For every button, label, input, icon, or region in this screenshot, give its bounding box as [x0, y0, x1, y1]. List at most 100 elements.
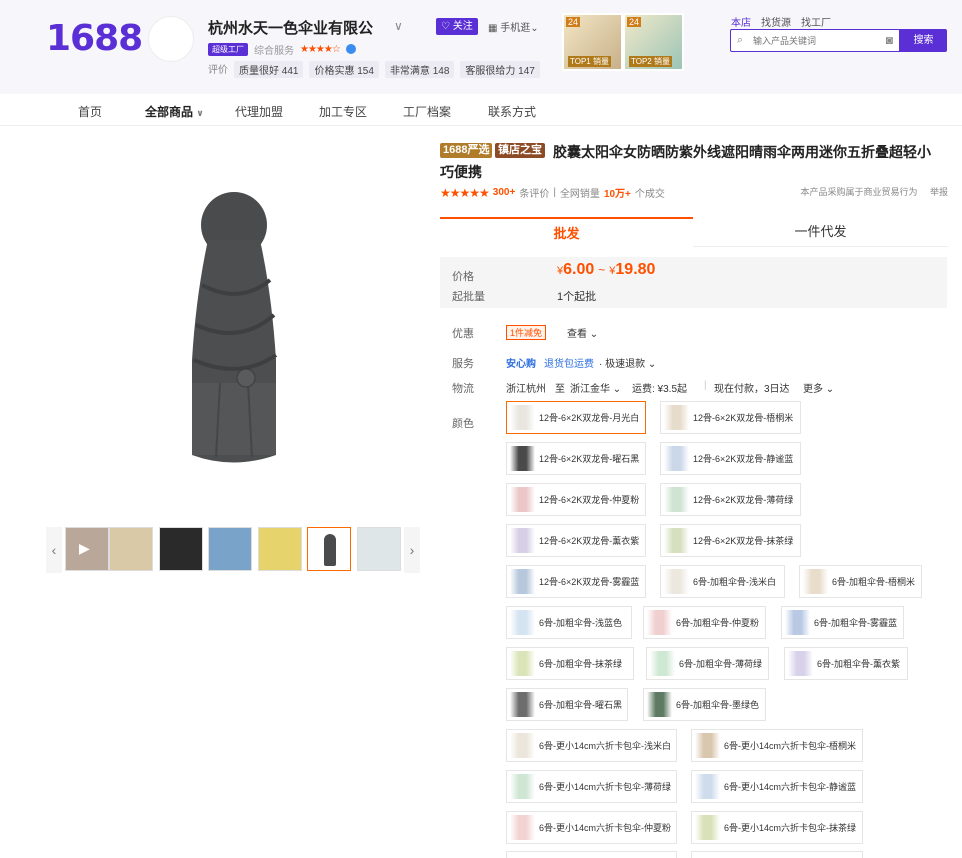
color-swatch-image [510, 569, 535, 594]
nav-agency[interactable]: 代理加盟 [235, 103, 283, 120]
color-option[interactable]: 6骨-加粗伞骨-浅米白 [660, 565, 785, 598]
thumb-prev-button[interactable]: ‹ [46, 527, 62, 573]
logistics-more-label: 更多 [803, 384, 823, 395]
thumb-umbrella [324, 534, 336, 566]
review-count[interactable]: 300+ [493, 187, 516, 198]
color-swatch-image [510, 651, 535, 676]
color-option-partial[interactable] [506, 851, 677, 858]
color-option[interactable]: 12骨-6×2K双龙骨-梧桐米 [660, 401, 801, 434]
color-option-label: 6骨-更小14cm六折卡包伞-静谧蓝 [724, 782, 857, 792]
rating-row: ★★★★★ 300+ 条评价 | 全网销量 10万+ 个成交 本产品采购属于商业… [440, 185, 948, 201]
color-option[interactable]: 6骨-加粗伞骨-雾霾蓝 [781, 606, 904, 639]
nav-all-products[interactable]: 全部商品 ∨ [145, 103, 204, 120]
thumb-6[interactable] [307, 527, 351, 571]
color-option[interactable]: 6骨-加粗伞骨-墨绿色 [643, 688, 766, 721]
search-button[interactable]: 搜索 [900, 29, 947, 52]
thumb-video[interactable]: ▶ [65, 527, 109, 571]
report-link[interactable]: 举报 [930, 187, 948, 197]
color-label: 颜色 [452, 418, 474, 430]
search-input[interactable] [753, 33, 873, 48]
metric-satisfaction[interactable]: 非常满意 148 [384, 61, 455, 78]
top-card-1[interactable]: 24 TOP1 销量 [564, 15, 621, 69]
site-logo[interactable]: 1688 [46, 18, 143, 59]
coupon-badge[interactable]: 1件减免 [506, 325, 547, 340]
metric-service[interactable]: 客服很给力 147 [460, 61, 540, 78]
coupon-view-label: 查看 [567, 329, 587, 340]
shop-avatar[interactable] [148, 16, 194, 62]
thumb-7[interactable] [357, 527, 401, 571]
tab-wholesale[interactable]: 批发 [440, 217, 693, 247]
color-option[interactable]: 6骨-加粗伞骨-抹茶绿 [506, 647, 634, 680]
thumbnail-strip: ‹ ▶ › [46, 527, 420, 573]
metric-price[interactable]: 价格实惠 154 [309, 61, 379, 78]
nav-home[interactable]: 首页 [78, 103, 102, 120]
color-option[interactable]: 12骨-6×2K双龙骨-月光白 [506, 401, 646, 434]
mobile-browse-link[interactable]: ▦ 手机逛⌄ [488, 19, 539, 34]
color-option-label: 6骨-加粗伞骨-墨绿色 [676, 700, 759, 710]
color-option-label: 12骨-6×2K双龙骨-月光白 [539, 413, 640, 423]
color-option[interactable]: 12骨-6×2K双龙骨-曜石黑 [506, 442, 646, 475]
color-option[interactable]: 6骨-更小14cm六折卡包伞-梧桐米 [691, 729, 863, 762]
color-option[interactable]: 6骨-加粗伞骨-梧桐米 [799, 565, 922, 598]
thumb-2[interactable] [109, 527, 153, 571]
color-option[interactable]: 6骨-加粗伞骨-仲夏粉 [643, 606, 766, 639]
color-option[interactable]: 12骨-6×2K双龙骨-薰衣紫 [506, 524, 646, 557]
divider: | [704, 380, 707, 391]
search-tab-factory[interactable]: 找工厂 [801, 14, 831, 30]
logistics-more[interactable]: 更多 ⌄ [803, 380, 834, 395]
color-option[interactable]: 6骨-更小14cm六折卡包伞-抹茶绿 [691, 811, 863, 844]
discount-label: 优惠 [452, 328, 474, 340]
top-card-2[interactable]: 24 TOP2 销量 [625, 15, 682, 69]
coupon-view-link[interactable]: 查看 ⌄ [567, 325, 598, 340]
thumb-4[interactable] [208, 527, 252, 571]
thumb-5[interactable] [258, 527, 302, 571]
color-option[interactable]: 6骨-加粗伞骨-曜石黑 [506, 688, 628, 721]
nav-processing[interactable]: 加工专区 [319, 103, 367, 120]
tab-dropship[interactable]: 一件代发 [693, 217, 948, 247]
top-card-tag: TOP1 销量 [568, 56, 611, 67]
color-option-label: 6骨-更小14cm六折卡包伞-薄荷绿 [539, 782, 672, 792]
color-option[interactable]: 12骨-6×2K双龙骨-抹茶绿 [660, 524, 801, 557]
color-swatch-image [510, 528, 535, 553]
color-option-label: 6骨-加粗伞骨-雾霾蓝 [814, 618, 897, 628]
price-low: 6.00 [563, 261, 595, 278]
color-option[interactable]: 6骨-更小14cm六折卡包伞-薄荷绿 [506, 770, 677, 803]
color-option[interactable]: 6骨-更小14cm六折卡包伞-浅米白 [506, 729, 677, 762]
trade-note: 本产品采购属于商业贸易行为 举报 [800, 185, 948, 198]
service-fast-refund[interactable]: · 极速退款 ⌄ [599, 355, 656, 370]
camera-icon[interactable]: ◙ [886, 33, 893, 47]
color-option[interactable]: 6骨-加粗伞骨-薄荷绿 [646, 647, 769, 680]
service-label-row: 服务 [452, 358, 474, 370]
metric-quality[interactable]: 质量很好 441 [234, 61, 304, 78]
color-option[interactable]: 12骨-6×2K双龙骨-静谧蓝 [660, 442, 801, 475]
color-option[interactable]: 12骨-6×2K双龙骨-仲夏粉 [506, 483, 646, 516]
thumb-next-button[interactable]: › [404, 527, 420, 573]
top-card-num: 24 [566, 17, 581, 27]
follow-button[interactable]: ♡ 关注 [436, 18, 478, 35]
chevron-down-icon[interactable]: ∨ [394, 19, 403, 33]
color-option[interactable]: 6骨-加粗伞骨-薰衣紫 [784, 647, 908, 680]
nav-contact[interactable]: 联系方式 [488, 103, 536, 120]
color-option[interactable]: 12骨-6×2K双龙骨-薄荷绿 [660, 483, 801, 516]
service-stars: ★★★★☆ [300, 43, 341, 55]
nav-factory-profile[interactable]: 工厂档案 [403, 103, 451, 120]
shop-name[interactable]: 杭州水天一色伞业有限公 [208, 17, 373, 38]
color-option[interactable]: 6骨-加粗伞骨-浅蓝色 [506, 606, 632, 639]
service-anxin[interactable]: 安心购 [506, 355, 536, 370]
thumb-3[interactable] [159, 527, 203, 571]
color-option-partial[interactable] [691, 851, 863, 858]
price-tilde: ~ [598, 263, 606, 277]
search-tab-goods[interactable]: 找货源 [761, 14, 791, 30]
color-swatch-image [664, 446, 689, 471]
color-option-label: 6骨-加粗伞骨-仲夏粉 [676, 618, 759, 628]
ship-to-select[interactable]: 浙江金华 ⌄ [570, 380, 621, 395]
color-option-label: 6骨-加粗伞骨-抹茶绿 [539, 659, 622, 669]
search-tab-store[interactable]: 本店 [731, 14, 751, 30]
color-option[interactable]: 12骨-6×2K双龙骨-雾霾蓝 [506, 565, 646, 598]
main-product-image[interactable] [180, 185, 286, 470]
color-option[interactable]: 6骨-更小14cm六折卡包伞-静谧蓝 [691, 770, 863, 803]
logistics-label: 物流 [452, 383, 474, 395]
color-option[interactable]: 6骨-更小14cm六折卡包伞-仲夏粉 [506, 811, 677, 844]
service-return-freight[interactable]: 退货包运费 [544, 355, 594, 370]
purchase-tabs: 批发 一件代发 [440, 217, 948, 247]
